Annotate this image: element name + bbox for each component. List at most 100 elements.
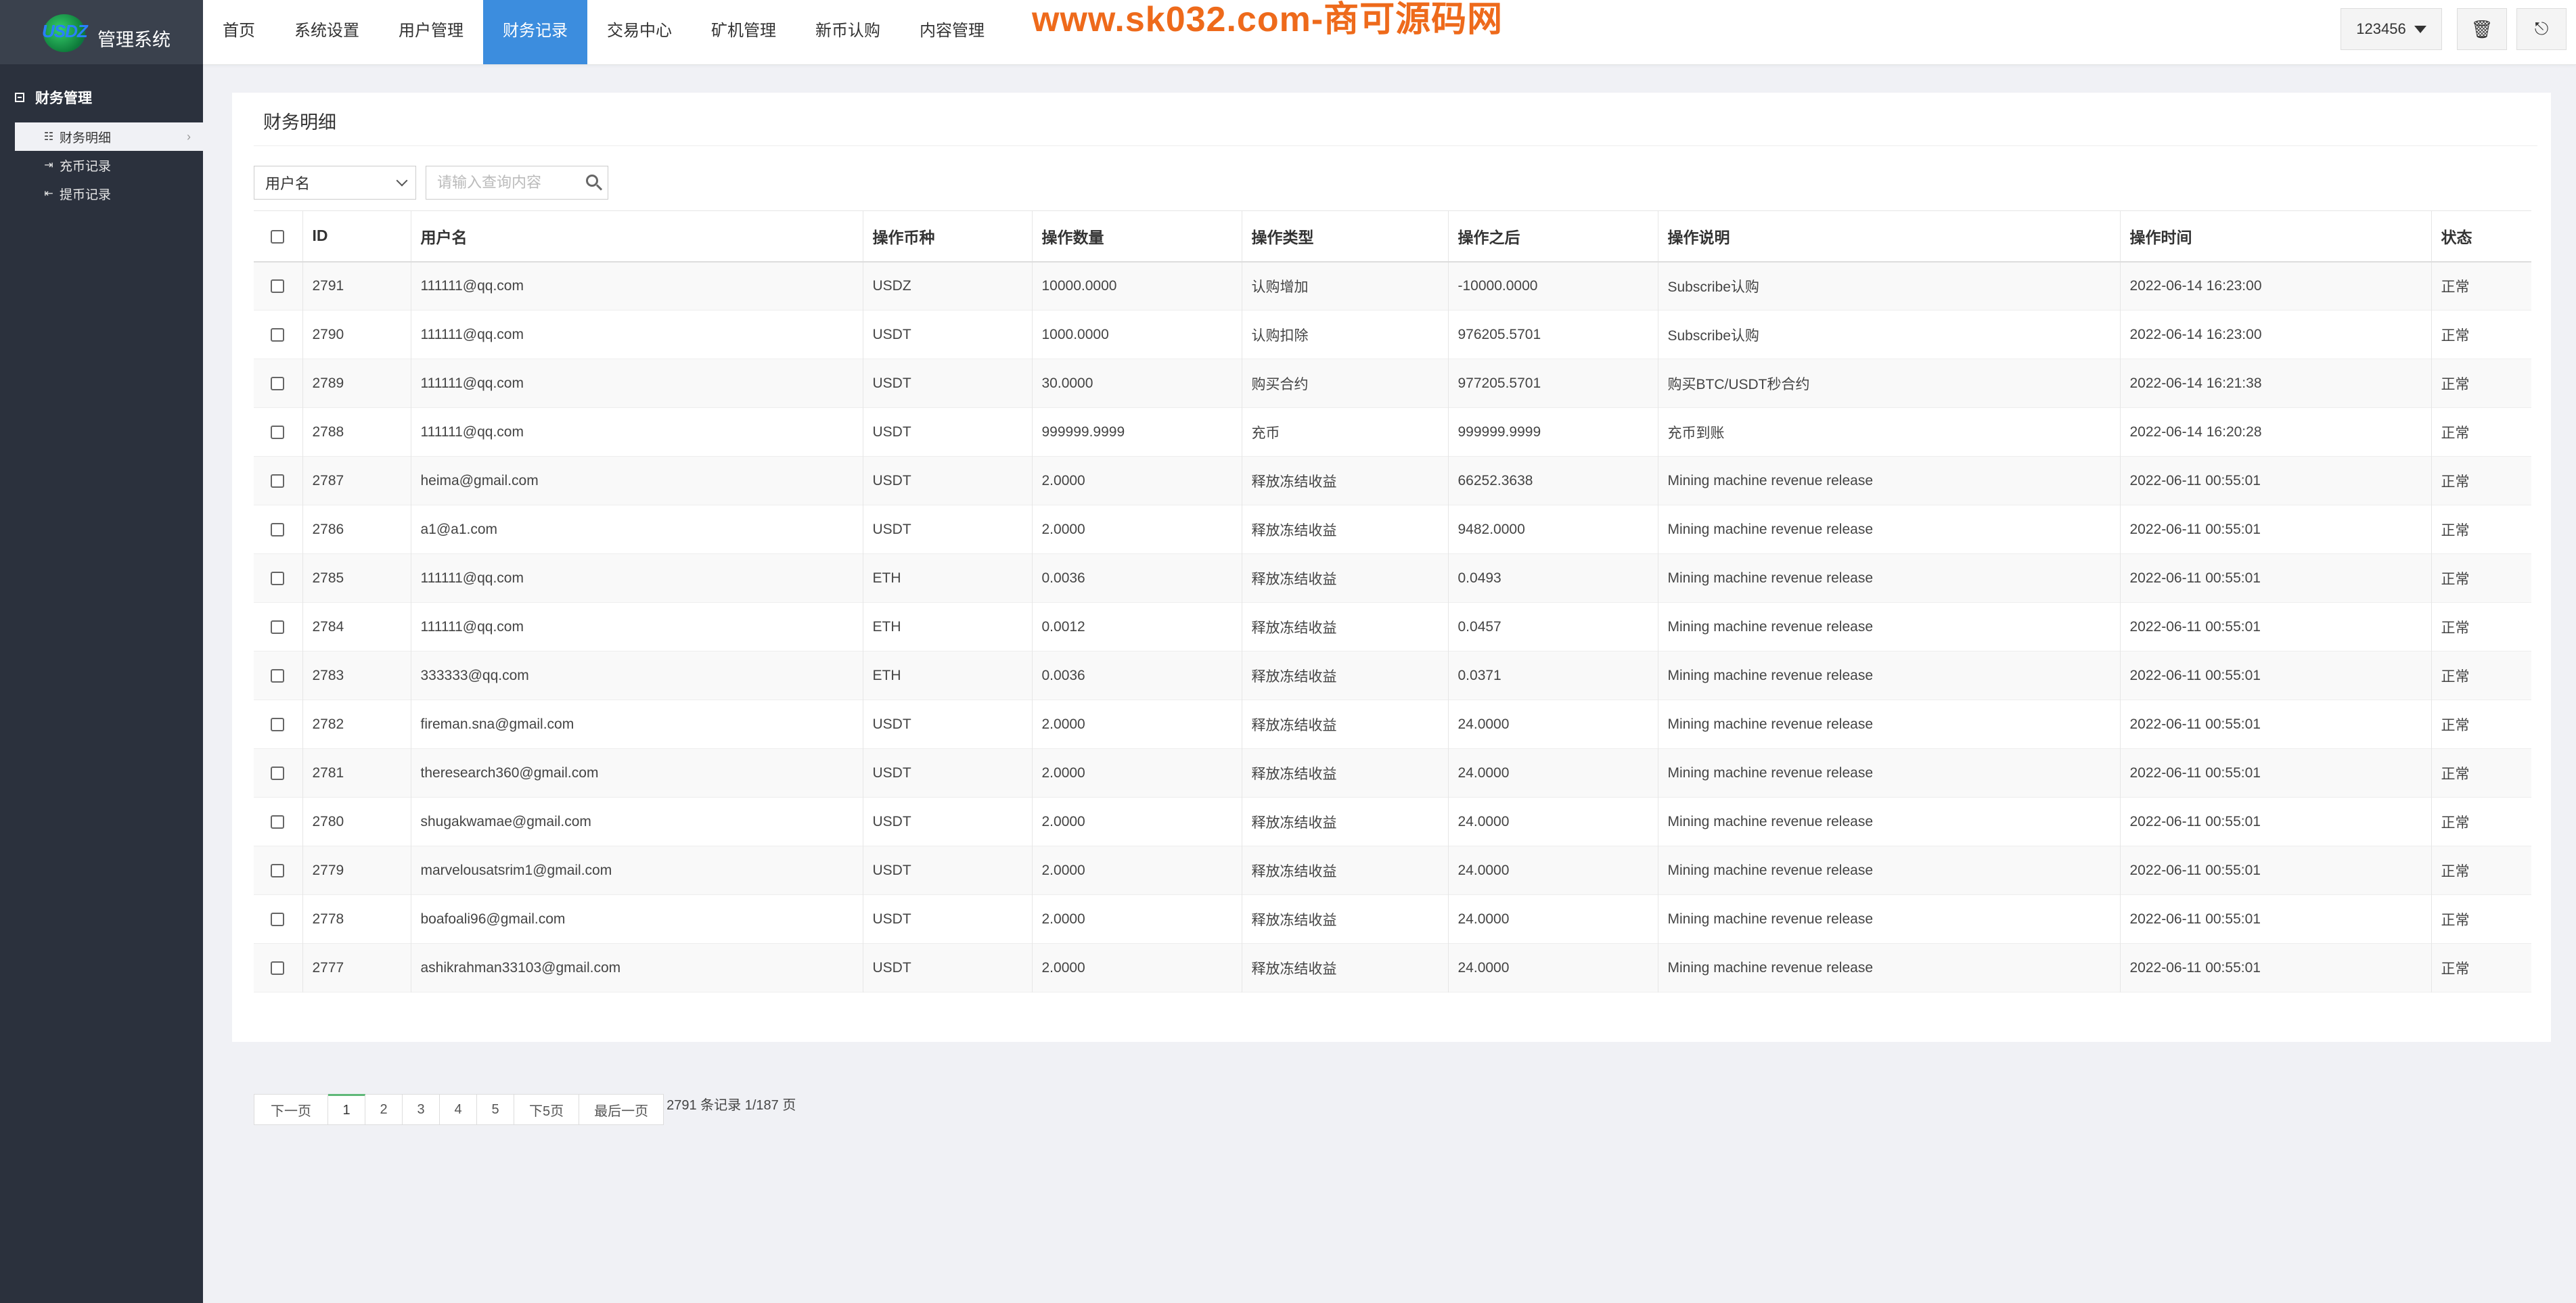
col-balance-after[interactable]: 操作之后 [1448, 210, 1658, 262]
table-row: 2785 111111@qq.com ETH 0.0036 释放冻结收益 0.0493 Mi… [254, 553, 2531, 603]
cell-type: 释放冻结收益 [1242, 456, 1449, 505]
sidebar-item-withdraw-records[interactable]: ⇤ 提币记录 [0, 179, 203, 208]
cell-type: 释放冻结收益 [1242, 943, 1449, 992]
cell-description: Mining machine revenue release [1658, 553, 2121, 603]
page-4-button[interactable]: 4 [440, 1094, 477, 1125]
clear-cache-button[interactable]: 🗑 [2457, 8, 2507, 50]
nav-finance-records[interactable]: 财务记录 [483, 0, 587, 64]
cell-description: Mining machine revenue release [1658, 505, 2121, 554]
cell-amount: 2.0000 [1032, 943, 1242, 992]
page-3-button[interactable]: 3 [403, 1094, 440, 1125]
cell-username: heima@gmail.com [411, 456, 863, 505]
search-icon[interactable] [586, 175, 598, 187]
cell-description: Mining machine revenue release [1658, 846, 2121, 895]
cell-currency: USDT [863, 359, 1033, 408]
cell-balance-after: -10000.0000 [1448, 261, 1658, 311]
cell-currency: USDT [863, 456, 1033, 505]
row-select-cell [254, 456, 303, 505]
sidebar-item-label: 财务明细 [60, 131, 112, 145]
row-select-cell [254, 651, 303, 700]
col-id[interactable]: ID [302, 210, 411, 262]
cell-amount: 0.0036 [1032, 651, 1242, 700]
row-checkbox[interactable] [271, 815, 285, 829]
page-1-button[interactable]: 1 [328, 1094, 365, 1125]
row-checkbox[interactable] [271, 863, 285, 877]
next-5-pages-button[interactable]: 下5页 [514, 1094, 580, 1125]
cell-username: 111111@qq.com [411, 359, 863, 408]
cell-currency: USDT [863, 943, 1033, 992]
cell-status: 正常 [2441, 474, 2470, 490]
logo: USDZ 管理系统 [0, 0, 203, 64]
sidebar-item-finance-detail[interactable]: ☷ 财务明细 › [15, 122, 203, 151]
nav-content-management[interactable]: 内容管理 [900, 0, 1004, 64]
row-checkbox[interactable] [271, 766, 285, 780]
cell-balance-after: 24.0000 [1448, 748, 1658, 798]
table-row: 2790 111111@qq.com USDT 1000.0000 认购扣除 976205… [254, 310, 2531, 359]
cell-id: 2783 [302, 651, 411, 700]
prev-page-button[interactable]: 下一页 [254, 1094, 328, 1125]
table-row: 2782 fireman.sna@gmail.com USDT 2.0000 释放冻结收… [254, 700, 2531, 749]
row-checkbox[interactable] [271, 912, 285, 926]
cell-currency: USDT [863, 894, 1033, 944]
table-row: 2789 111111@qq.com USDT 30.0000 购买合约 977205.5… [254, 359, 2531, 408]
cell-username: shugakwamae@gmail.com [411, 797, 863, 846]
row-checkbox[interactable] [271, 327, 285, 342]
logout-icon: ⎋ [2534, 18, 2549, 39]
row-checkbox[interactable] [271, 961, 285, 975]
row-checkbox[interactable] [271, 571, 285, 585]
cell-username: 111111@qq.com [411, 261, 863, 311]
nav-new-coin-subscription[interactable]: 新币认购 [796, 0, 900, 64]
cell-amount: 2.0000 [1032, 894, 1242, 944]
page-5-button[interactable]: 5 [477, 1094, 514, 1125]
col-description[interactable]: 操作说明 [1658, 210, 2121, 262]
cell-balance-after: 976205.5701 [1448, 310, 1658, 359]
row-checkbox[interactable] [271, 717, 285, 731]
nav-system-settings[interactable]: 系统设置 [275, 0, 379, 64]
col-amount[interactable]: 操作数量 [1032, 210, 1242, 262]
nav-home[interactable]: 首页 [203, 0, 275, 64]
cell-id: 2781 [302, 748, 411, 798]
search-field-select[interactable]: 用户名 [254, 166, 416, 200]
row-checkbox[interactable] [271, 522, 285, 536]
search-input[interactable] [426, 166, 581, 199]
page-2-button[interactable]: 2 [365, 1094, 403, 1125]
col-username[interactable]: 用户名 [411, 210, 863, 262]
sidebar-item-deposit-records[interactable]: ⇥ 充币记录 [0, 151, 203, 179]
row-checkbox[interactable] [271, 279, 285, 294]
table-row: 2791 111111@qq.com USDZ 10000.0000 认购增加 -1000… [254, 261, 2531, 311]
cell-type: 释放冻结收益 [1242, 700, 1449, 749]
row-checkbox[interactable] [271, 425, 285, 439]
nav-user-management[interactable]: 用户管理 [379, 0, 483, 64]
cell-time: 2022-06-11 00:55:01 [2120, 553, 2432, 603]
cell-currency: USDT [863, 748, 1033, 798]
user-menu-button[interactable]: 123456 [2341, 8, 2442, 50]
pagination: 下一页 1 2 3 4 5 下5页 最后一页 2791 条记录 1/187 页 [254, 1094, 796, 1125]
col-type[interactable]: 操作类型 [1242, 210, 1449, 262]
page-title: 财务明细 [263, 112, 336, 133]
cell-description: Mining machine revenue release [1658, 651, 2121, 700]
cell-description: Mining machine revenue release [1658, 894, 2121, 944]
col-status[interactable]: 状态 [2431, 210, 2531, 262]
cell-amount: 0.0012 [1032, 602, 1242, 652]
logout-button[interactable]: ⎋ [2516, 8, 2567, 50]
table-row: 2781 theresearch360@gmail.com USDT 2.0000 释放… [254, 748, 2531, 798]
cell-status: 正常 [2441, 815, 2470, 831]
col-currency[interactable]: 操作币种 [863, 210, 1033, 262]
cell-currency: USDT [863, 407, 1033, 457]
cell-status: 正常 [2441, 376, 2470, 392]
cell-amount: 1000.0000 [1032, 310, 1242, 359]
cell-id: 2778 [302, 894, 411, 944]
row-checkbox[interactable] [271, 376, 285, 390]
select-all-checkbox[interactable] [271, 230, 285, 244]
last-page-button[interactable]: 最后一页 [579, 1094, 664, 1125]
sidebar-group-finance[interactable]: 财务管理 [0, 64, 203, 108]
cell-id: 2777 [302, 943, 411, 992]
cell-time: 2022-06-14 16:20:28 [2120, 407, 2432, 457]
row-checkbox[interactable] [271, 474, 285, 488]
row-checkbox[interactable] [271, 668, 285, 683]
nav-trading-center[interactable]: 交易中心 [587, 0, 692, 64]
nav-miner-management[interactable]: 矿机管理 [692, 0, 796, 64]
col-time[interactable]: 操作时间 [2120, 210, 2432, 262]
row-checkbox[interactable] [271, 620, 285, 634]
cell-id: 2780 [302, 797, 411, 846]
